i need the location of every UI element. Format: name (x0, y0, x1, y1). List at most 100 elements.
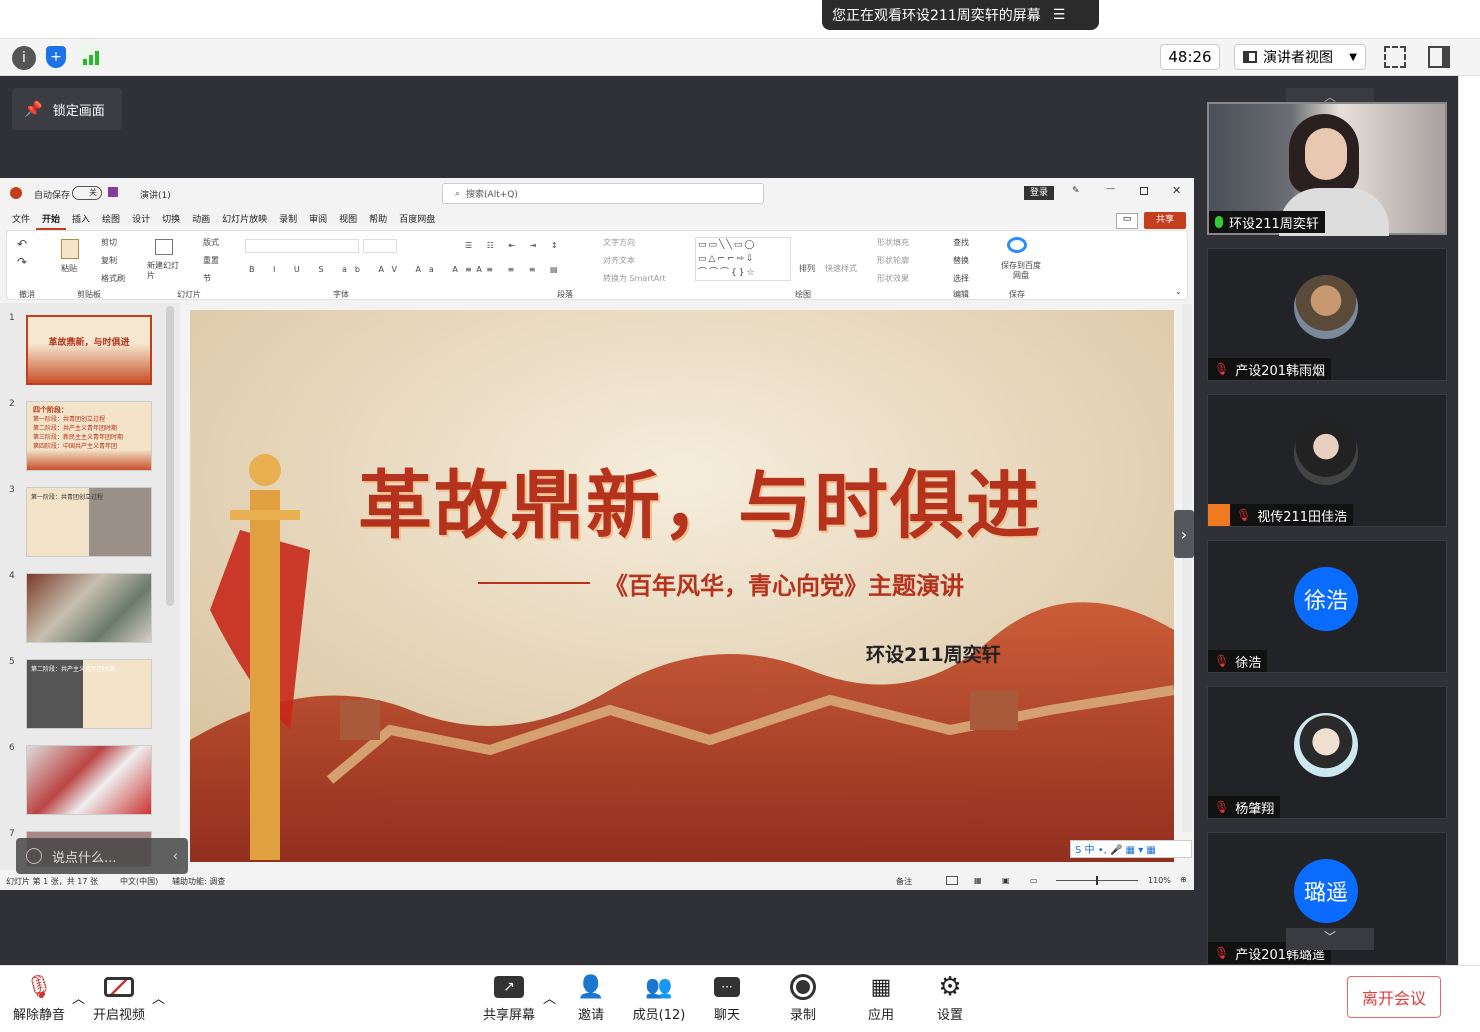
chevron-up-icon[interactable]: ︿ (152, 988, 165, 1007)
ppt-search-box[interactable]: ⌕ 搜索(Alt+Q) (442, 183, 764, 204)
menu-item[interactable]: 帮助 (363, 210, 393, 230)
collapse-panel-button[interactable]: › (1174, 510, 1194, 558)
members-button[interactable]: 👥 成员(12) (624, 970, 694, 1024)
menu-item[interactable]: 插入 (66, 210, 96, 230)
slide-thumbnail[interactable]: 第一阶段：共青团创立过程 (26, 487, 152, 557)
menu-item[interactable]: 文件 (6, 210, 36, 230)
reset-button[interactable]: 重置 (203, 255, 219, 266)
shape-fill-button[interactable]: 形状填充 (877, 237, 909, 248)
copy-button[interactable]: 复制 (101, 255, 117, 266)
font-size-select[interactable] (363, 239, 397, 253)
redo-icon[interactable]: ↷ (17, 255, 27, 269)
paste-label[interactable]: 粘贴 (61, 263, 77, 274)
select-button[interactable]: 选择 (953, 273, 969, 284)
close-icon[interactable]: ✕ (1172, 184, 1181, 197)
pen-icon[interactable]: ✎ (1072, 186, 1080, 196)
chevron-down-icon[interactable]: ⌄ (1175, 287, 1182, 296)
ime-toolbar[interactable]: S 中 •, 🎤 ▦ ▾ ▦ (1070, 840, 1192, 858)
start-video-button[interactable]: 开启视频 (84, 970, 154, 1023)
screen-share-banner[interactable]: 您正在观看环设211周奕轩的屏幕 ☰ (822, 0, 1099, 30)
layout-button[interactable]: 版式 (203, 237, 219, 248)
menu-item[interactable]: 录制 (273, 210, 303, 230)
menu-item[interactable]: 审阅 (303, 210, 333, 230)
slide-thumbnail[interactable] (26, 573, 152, 643)
zoom-level[interactable]: 110% (1148, 876, 1171, 885)
menu-item[interactable]: 设计 (126, 210, 156, 230)
menu-item[interactable]: 开始 (36, 210, 67, 230)
share-screen-button[interactable]: ↗ 共享屏幕 (474, 970, 544, 1023)
menu-item[interactable]: 视图 (333, 210, 363, 230)
emoji-icon[interactable] (26, 848, 42, 864)
chevron-up-icon[interactable]: ︿ (543, 988, 556, 1007)
menu-item[interactable]: 百度网盘 (393, 210, 441, 230)
view-mode-select[interactable]: 演讲者视图 ▼ (1234, 44, 1366, 70)
list-icons[interactable]: ☰ ☷ ⇤ ⇥ ↕ (465, 241, 564, 250)
apps-button[interactable]: ▦ 应用 (846, 970, 916, 1024)
lock-screen-button[interactable]: 📌 锁定画面 (12, 88, 122, 130)
share-button[interactable]: 共享 (1144, 212, 1186, 229)
arrange-button[interactable]: 排列 (799, 263, 815, 274)
slide-thumbnail[interactable]: 革故鼎新，与时俱进 (26, 315, 152, 385)
settings-button[interactable]: ⚙ 设置 (915, 970, 985, 1023)
participant-tile[interactable]: 徐浩 🎙 徐浩 (1207, 540, 1447, 673)
sorter-view-icon[interactable]: ▦ (974, 876, 982, 885)
chevron-left-icon[interactable]: ‹ (173, 849, 178, 864)
baidu-cloud-icon[interactable] (1007, 237, 1027, 253)
cut-button[interactable]: 剪切 (101, 237, 117, 248)
new-slide-button[interactable]: 新建幻灯片 (147, 261, 181, 281)
slideshow-icon[interactable]: ▭ (1030, 876, 1038, 885)
font-format-icons[interactable]: B I U S ab AV Aa A A (249, 265, 490, 274)
menu-icon[interactable]: ☰ (1053, 7, 1066, 23)
participant-tile[interactable]: 环设211周奕轩 (1207, 102, 1447, 236)
normal-view-icon[interactable] (946, 876, 958, 885)
signal-icon[interactable] (80, 46, 102, 68)
shape-outline-button[interactable]: 形状轮廓 (877, 255, 909, 266)
autosave-toggle[interactable]: 关 (72, 186, 102, 200)
chat-button[interactable]: ··· 聊天 (692, 970, 762, 1023)
text-direction-button[interactable]: 文字方向 (603, 237, 635, 248)
smartart-button[interactable]: 转换为 SmartArt (603, 273, 666, 284)
slide-thumbnail[interactable]: 第二阶段：共产主义青年团时期 (26, 659, 152, 729)
replace-button[interactable]: 替换 (953, 255, 969, 266)
slide-thumbnail[interactable] (26, 745, 152, 815)
section-button[interactable]: 节 (203, 273, 211, 284)
zoom-thumb[interactable] (1096, 876, 1098, 885)
shield-icon[interactable]: + (46, 46, 66, 68)
participant-tile[interactable]: 🎙 视传211田佳浩 (1207, 394, 1447, 527)
find-button[interactable]: 查找 (953, 237, 969, 248)
save-icon[interactable] (108, 187, 118, 197)
unmute-button[interactable]: 🎙 解除静音 (4, 970, 74, 1024)
doc-name[interactable]: 演讲(1) (140, 188, 171, 201)
participant-tile[interactable]: 🎙 产设201韩雨烟 (1207, 248, 1447, 381)
undo-icon[interactable]: ↶ (17, 237, 27, 251)
participant-tile[interactable]: 🎙 杨肇翔 (1207, 686, 1447, 819)
format-painter-button[interactable]: 格式刷 (101, 273, 125, 284)
slide-thumbnail[interactable]: 四个阶段： 第一阶段：共青团创立过程 第二阶段：共产主义青年团时期 第三阶段：新… (26, 401, 152, 471)
scroll-down-icon[interactable]: ﹀ (1286, 928, 1374, 950)
notes-button[interactable]: 备注 (896, 876, 912, 887)
language[interactable]: 中文(中国) (120, 876, 158, 887)
save-baidu-button[interactable]: 保存到百度网盘 (1001, 261, 1041, 281)
align-icons[interactable]: ≡ ≡ ≡ ≡ ▤ (465, 265, 564, 274)
leave-meeting-button[interactable]: 离开会议 (1347, 976, 1441, 1018)
login-button[interactable]: 登录 (1024, 186, 1054, 200)
thumbs-scrollbar[interactable] (166, 306, 174, 606)
chat-input[interactable]: 说点什么... ‹ (16, 838, 188, 874)
menu-item[interactable]: 幻灯片放映 (216, 210, 273, 230)
accessibility[interactable]: 辅助功能: 调查 (172, 876, 225, 887)
fullscreen-icon[interactable] (1384, 46, 1406, 68)
font-name-select[interactable] (245, 239, 359, 253)
quick-styles-button[interactable]: 快速样式 (825, 263, 857, 274)
shape-effects-button[interactable]: 形状效果 (877, 273, 909, 284)
menu-item[interactable]: 绘图 (96, 210, 126, 230)
maximize-icon[interactable] (1140, 187, 1148, 195)
new-slide-icon[interactable] (155, 239, 173, 255)
minimize-icon[interactable]: — (1106, 184, 1115, 194)
menu-item[interactable]: 动画 (186, 210, 216, 230)
paste-icon[interactable] (61, 239, 79, 259)
menu-item[interactable]: 切换 (156, 210, 186, 230)
fit-icon[interactable]: ⊕ (1180, 875, 1187, 884)
align-text-button[interactable]: 对齐文本 (603, 255, 635, 266)
comment-icon[interactable]: ▭ (1116, 213, 1138, 229)
shapes-gallery[interactable]: ▭▭╲╲▭◯ ▭△⌐⌐⇨⇩ ⌒⌒⌒{}☆ (695, 237, 791, 281)
